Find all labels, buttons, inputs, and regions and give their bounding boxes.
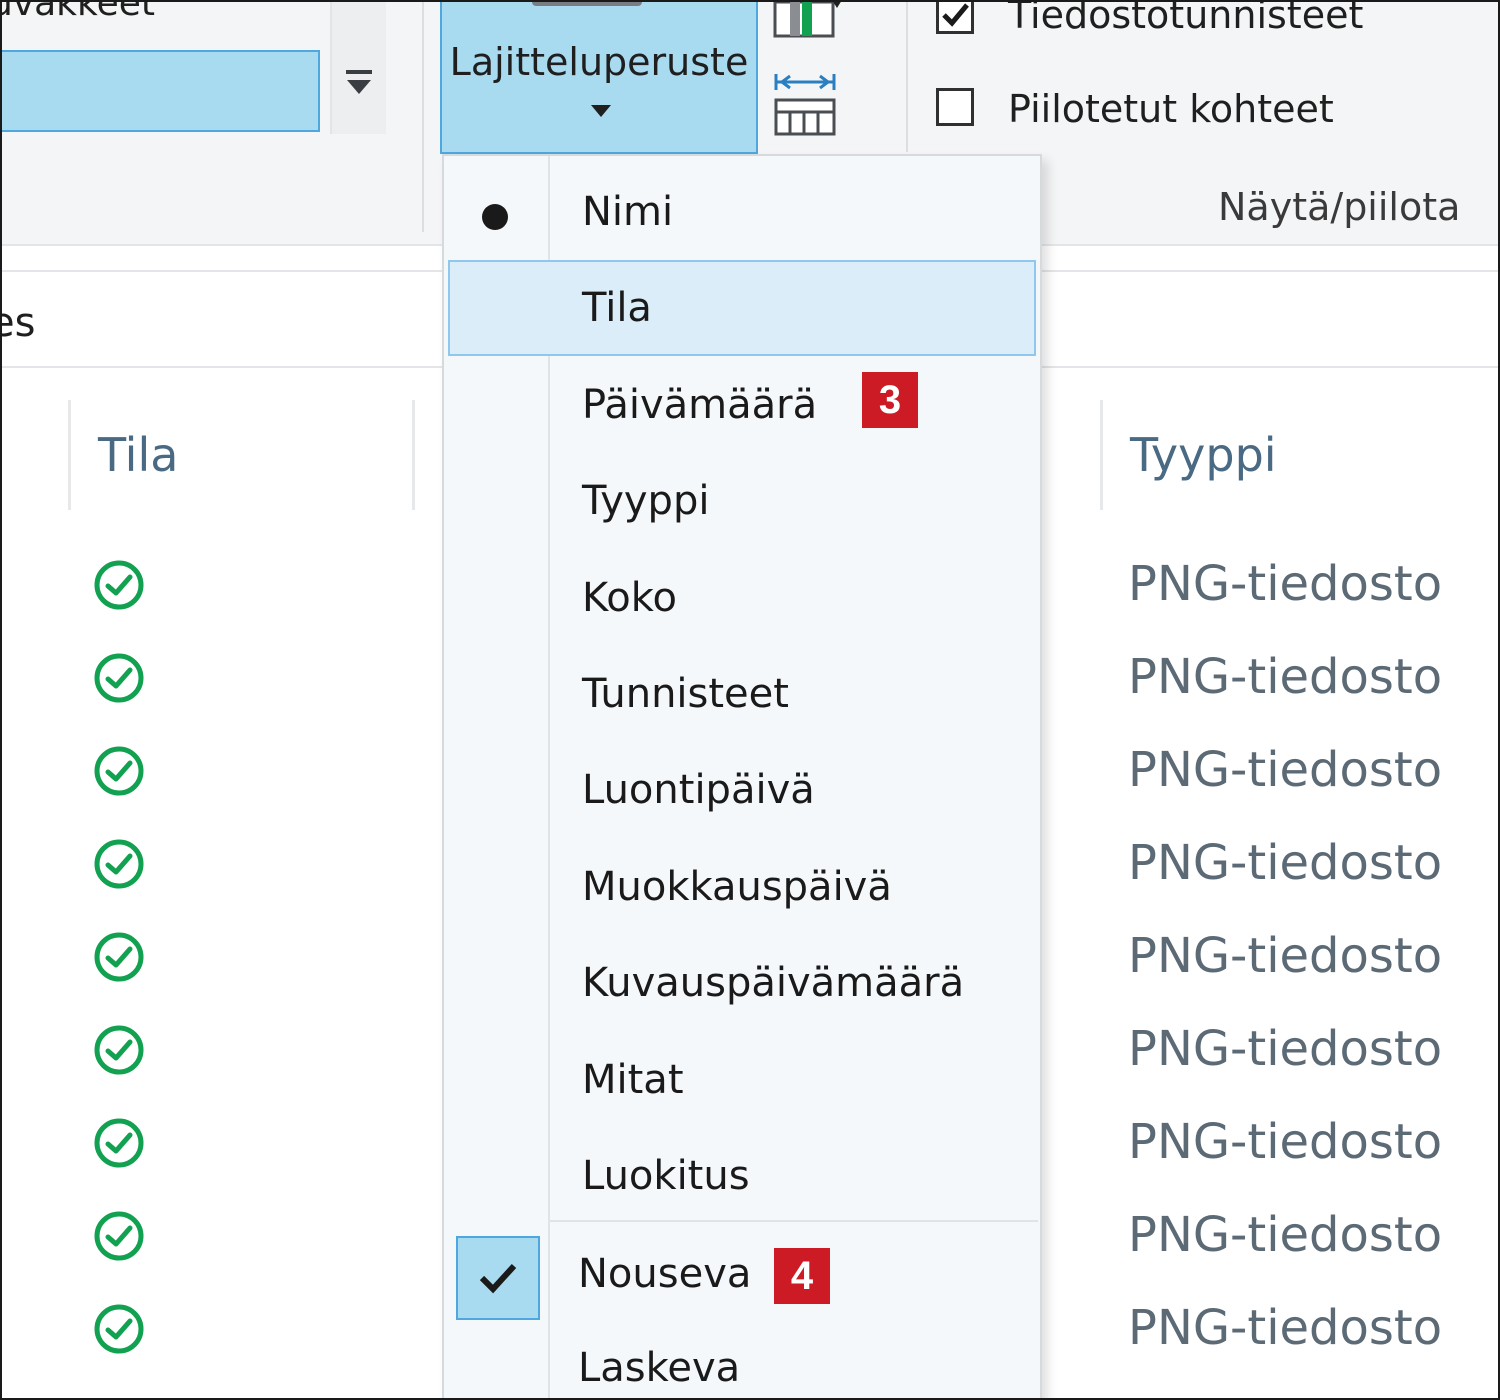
- ribbon-separator: [906, 2, 908, 152]
- sort-order-label: Laskeva: [578, 1345, 741, 1391]
- ribbon-separator: [422, 2, 424, 232]
- file-type-cell: PNG-tiedosto: [1128, 742, 1443, 798]
- sort-order-label: Nouseva: [578, 1251, 752, 1297]
- checkmark-icon: [479, 1263, 517, 1294]
- show-hide-group-label: Näytä/piilota: [1218, 185, 1461, 229]
- sort-field-label: Koko: [582, 574, 677, 621]
- sort-field-label: Kuvauspäivämäärä: [582, 960, 965, 1007]
- menu-separator: [550, 1220, 1038, 1222]
- file-extensions-label[interactable]: Tiedostotunnisteet: [1008, 2, 1363, 34]
- synced-check-icon: [94, 653, 144, 703]
- hidden-items-checkbox[interactable]: [936, 88, 974, 126]
- sort-field-label: Tunnisteet: [582, 671, 789, 717]
- checkmark-icon: [942, 3, 969, 27]
- address-path-fragment: es: [2, 300, 36, 346]
- add-columns-icon[interactable]: [772, 0, 842, 42]
- file-type-cell: PNG-tiedosto: [1128, 1021, 1443, 1077]
- callout-badge-4: 4: [774, 1248, 830, 1304]
- synced-check-icon: [94, 560, 144, 610]
- synced-check-icon: [94, 932, 144, 982]
- synced-check-icon: [94, 1304, 144, 1354]
- file-type-cell: PNG-tiedosto: [1128, 1114, 1443, 1170]
- sort-field-item[interactable]: Mitat: [444, 1032, 1040, 1128]
- column-header-type[interactable]: Tyyppi: [1130, 428, 1277, 482]
- file-type-cell: PNG-tiedosto: [1128, 1300, 1443, 1356]
- synced-check-icon: [94, 1025, 144, 1075]
- sort-field-item[interactable]: Luokitus: [444, 1128, 1040, 1224]
- column-divider[interactable]: [412, 400, 415, 510]
- expand-gallery-icon: [346, 70, 372, 94]
- layout-selector[interactable]: [2, 50, 320, 132]
- sort-field-item[interactable]: Kuvauspäivämäärä: [444, 935, 1040, 1031]
- file-extensions-checkbox[interactable]: [936, 2, 974, 34]
- sort-field-item[interactable]: Päivämäärä: [444, 357, 1040, 453]
- sort-field-label: Päivämäärä: [582, 381, 818, 428]
- column-header-status[interactable]: Tila: [98, 428, 178, 482]
- expand-gallery-button[interactable]: [330, 2, 386, 134]
- sort-field-label: Luokitus: [582, 1153, 750, 1199]
- callout-badge-3: 3: [862, 372, 918, 428]
- sort-field-item[interactable]: Tyyppi: [444, 453, 1040, 549]
- synced-check-icon: [94, 1211, 144, 1261]
- column-divider[interactable]: [1100, 400, 1103, 510]
- sort-field-item[interactable]: Tila: [448, 260, 1036, 357]
- sort-icon: [532, 2, 642, 6]
- size-columns-to-fit-icon[interactable]: [772, 72, 838, 138]
- file-type-cell: PNG-tiedosto: [1128, 835, 1443, 891]
- sort-field-item[interactable]: Luontipäivä: [444, 742, 1040, 838]
- file-type-cell: PNG-tiedosto: [1128, 1207, 1443, 1263]
- radio-selected-icon: [482, 204, 508, 230]
- sort-field-item[interactable]: Tunnisteet: [444, 646, 1040, 742]
- sort-field-label: Tila: [582, 285, 652, 332]
- file-explorer-window: uvakkeet Lajitteluperuste Tiedostotunnis…: [0, 0, 1500, 1400]
- hidden-items-label[interactable]: Piilotetut kohteet: [1008, 90, 1334, 128]
- column-divider[interactable]: [68, 400, 71, 510]
- file-type-cell: PNG-tiedosto: [1128, 649, 1443, 705]
- synced-check-icon: [94, 746, 144, 796]
- sort-by-button[interactable]: Lajitteluperuste: [440, 2, 758, 154]
- chevron-down-icon: [591, 105, 611, 117]
- sort-order-item[interactable]: Laskeva: [444, 1320, 1040, 1398]
- sort-field-label: Nimi: [582, 189, 674, 235]
- file-type-cell: PNG-tiedosto: [1128, 928, 1443, 984]
- synced-check-icon: [94, 1118, 144, 1168]
- checked-state: [456, 1236, 540, 1320]
- sort-field-label: Muokkauspäivä: [582, 863, 892, 910]
- sort-field-item[interactable]: Nimi: [444, 164, 1040, 260]
- ribbon-group-label: uvakkeet: [0, 0, 156, 24]
- sort-field-label: Luontipäivä: [582, 767, 815, 814]
- synced-check-icon: [94, 839, 144, 889]
- sort-field-item[interactable]: Koko: [444, 550, 1040, 646]
- sort-by-menu: Nimi Tila Päivämäärä Tyyppi Koko Tunnisteet Lu…: [442, 154, 1042, 1398]
- sort-order-item[interactable]: Nouseva: [444, 1226, 1040, 1322]
- sort-by-label: Lajitteluperuste: [449, 40, 749, 84]
- sort-field-label: Mitat: [582, 1056, 684, 1103]
- file-type-cell: PNG-tiedosto: [1128, 556, 1443, 612]
- sort-field-item[interactable]: Muokkauspäivä: [444, 839, 1040, 935]
- sort-field-label: Tyyppi: [582, 478, 710, 525]
